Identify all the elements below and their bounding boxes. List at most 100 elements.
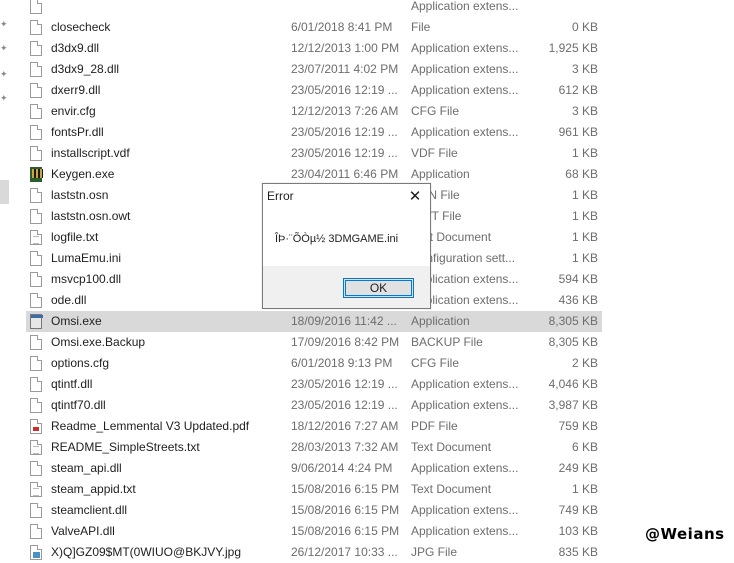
- file-row[interactable]: Keygen.exe 23/04/2011 6:46 PM Application 6…: [26, 164, 602, 185]
- file-name: installscript.vdf: [51, 146, 130, 160]
- navigation-pane: ✦ ✦ ✦ ✦: [0, 0, 10, 557]
- file-date: 17/09/2016 8:42 PM: [291, 335, 400, 349]
- file-row[interactable]: envir.cfg 12/12/2013 7:26 AM CFG File 3 KB: [26, 101, 602, 122]
- file-date: 23/05/2016 12:19 ...: [291, 125, 398, 139]
- file-row[interactable]: Omsi.exe.Backup 17/09/2016 8:42 PM BACKUP …: [26, 332, 602, 353]
- file-size: 1,925 KB: [548, 41, 598, 55]
- file-name: steam_api.dll: [51, 461, 122, 475]
- doc-icon: [30, 41, 42, 56]
- dialog-title: Error: [267, 189, 294, 203]
- file-type: Text Document: [411, 482, 492, 496]
- doc-icon: [30, 398, 42, 413]
- file-size: 1 KB: [571, 146, 598, 160]
- file-size: 612 KB: [558, 83, 598, 97]
- pdf-icon: [30, 419, 42, 434]
- file-row[interactable]: Application extens...: [26, 0, 602, 17]
- pin-icon: ✦: [0, 93, 8, 103]
- file-row[interactable]: fontsPr.dll 23/05/2016 12:19 ... Applicati…: [26, 122, 602, 143]
- file-size: 249 KB: [558, 461, 598, 475]
- file-size: 4,046 KB: [548, 377, 598, 391]
- file-date: 23/04/2011 6:46 PM: [291, 167, 399, 181]
- file-type: Application extens...: [411, 398, 519, 412]
- file-row[interactable]: X)Q]GZ09$MT(0WIUO@BKJVY.jpg 26/12/2017 10…: [26, 542, 602, 563]
- file-name: ode.dll: [51, 293, 87, 307]
- file-type: File: [411, 20, 431, 34]
- doc-icon: [30, 524, 42, 539]
- file-row[interactable]: Readme_Lemmental V3 Updated.pdf 18/12/201…: [26, 416, 602, 437]
- file-row[interactable]: closecheck 6/01/2018 8:41 PM File 0 KB: [26, 17, 602, 38]
- file-name: options.cfg: [51, 356, 110, 370]
- file-type: CFG File: [411, 104, 459, 118]
- file-name: envir.cfg: [51, 104, 96, 118]
- error-dialog: Error ✕ ÎÞ·¨ÕÒµ½ 3DMGAME.ini OK: [262, 183, 431, 309]
- file-row[interactable]: installscript.vdf 23/05/2016 12:19 ... VDF…: [26, 143, 602, 164]
- file-type: Application extens...: [411, 83, 519, 97]
- file-row[interactable]: options.cfg 6/01/2018 9:13 PM CFG File 2 KB: [26, 353, 602, 374]
- file-type: JPG File: [411, 545, 458, 559]
- pin-icon: ✦: [0, 69, 8, 79]
- file-size: 835 KB: [558, 545, 598, 559]
- file-row[interactable]: ValveAPI.dll 15/08/2016 6:15 PM Applicatio…: [26, 521, 602, 542]
- file-row[interactable]: steamclient.dll 15/08/2016 6:15 PM Applica…: [26, 500, 602, 521]
- file-size: 1 KB: [571, 188, 598, 202]
- doc-icon: [30, 356, 42, 371]
- file-type: Text Document: [411, 440, 492, 454]
- file-row[interactable]: README_SimpleStreets.txt 28/03/2013 7:32 …: [26, 437, 602, 458]
- file-row[interactable]: qtintf70.dll 23/05/2016 12:19 ... Applicat…: [26, 395, 602, 416]
- file-name: qtintf70.dll: [51, 398, 106, 412]
- file-date: 15/08/2016 6:15 PM: [291, 482, 400, 496]
- file-date: 15/08/2016 6:15 PM: [291, 524, 400, 538]
- file-date: 15/08/2016 6:15 PM: [291, 503, 400, 517]
- doc-icon: [30, 503, 42, 518]
- text-doc-icon: [30, 482, 42, 497]
- file-type: VDF File: [411, 146, 458, 160]
- keygen-app-icon: [30, 167, 43, 182]
- file-row[interactable]: d3dx9.dll 12/12/2013 1:00 PM Application e…: [26, 38, 602, 59]
- doc-icon: [30, 461, 42, 476]
- doc-icon: [30, 293, 42, 308]
- file-name: steamclient.dll: [51, 503, 128, 517]
- doc-icon: [30, 20, 42, 35]
- file-size: 6 KB: [571, 440, 598, 454]
- file-date: 6/01/2018 8:41 PM: [291, 20, 393, 34]
- file-size: 68 KB: [565, 167, 598, 181]
- nav-selected-item[interactable]: [0, 180, 9, 204]
- ok-button[interactable]: OK: [343, 278, 414, 298]
- file-size: 759 KB: [558, 419, 598, 433]
- file-size: 3,987 KB: [548, 398, 598, 412]
- file-type: Application extens...: [411, 503, 519, 517]
- doc-icon: [30, 83, 42, 98]
- file-size: 8,305 KB: [548, 314, 598, 328]
- file-name: Omsi.exe.Backup: [51, 335, 146, 349]
- close-icon[interactable]: ✕: [404, 187, 426, 207]
- doc-icon: [30, 209, 42, 224]
- file-date: 9/06/2014 4:24 PM: [291, 461, 393, 475]
- file-row[interactable]: steam_appid.txt 15/08/2016 6:15 PM Text Do…: [26, 479, 602, 500]
- file-row[interactable]: Omsi.exe 18/09/2016 11:42 ... Application 8…: [26, 311, 602, 332]
- file-name: Omsi.exe: [51, 314, 102, 328]
- file-name: laststn.osn.owt: [51, 209, 131, 223]
- file-type: Application extens...: [411, 524, 519, 538]
- file-name: msvcp100.dll: [51, 272, 122, 286]
- pin-icon: ✦: [0, 19, 8, 29]
- file-name: d3dx9_28.dll: [51, 62, 120, 76]
- file-size: 0 KB: [571, 20, 598, 34]
- text-doc-icon: [30, 440, 42, 455]
- file-date: 12/12/2013 7:26 AM: [291, 104, 399, 118]
- file-name: laststn.osn: [51, 188, 109, 202]
- doc-icon: [30, 251, 42, 266]
- file-size: 594 KB: [558, 272, 598, 286]
- file-row[interactable]: d3dx9_28.dll 23/07/2011 4:02 PM Applicatio…: [26, 59, 602, 80]
- exe-icon: [30, 314, 43, 329]
- file-row[interactable]: dxerr9.dll 23/05/2016 12:19 ... Applicatio…: [26, 80, 602, 101]
- file-date: 28/03/2013 7:32 AM: [291, 440, 399, 454]
- file-row[interactable]: qtintf.dll 23/05/2016 12:19 ... Applicatio…: [26, 374, 602, 395]
- file-type: Application extens...: [411, 461, 519, 475]
- file-row[interactable]: steam_api.dll 9/06/2014 4:24 PM Applicatio…: [26, 458, 602, 479]
- file-type: CFG File: [411, 356, 459, 370]
- file-name: closecheck: [51, 20, 111, 34]
- file-name: Keygen.exe: [51, 167, 115, 181]
- doc-icon: [30, 272, 42, 287]
- file-size: 749 KB: [558, 503, 598, 517]
- doc-icon: [30, 146, 42, 161]
